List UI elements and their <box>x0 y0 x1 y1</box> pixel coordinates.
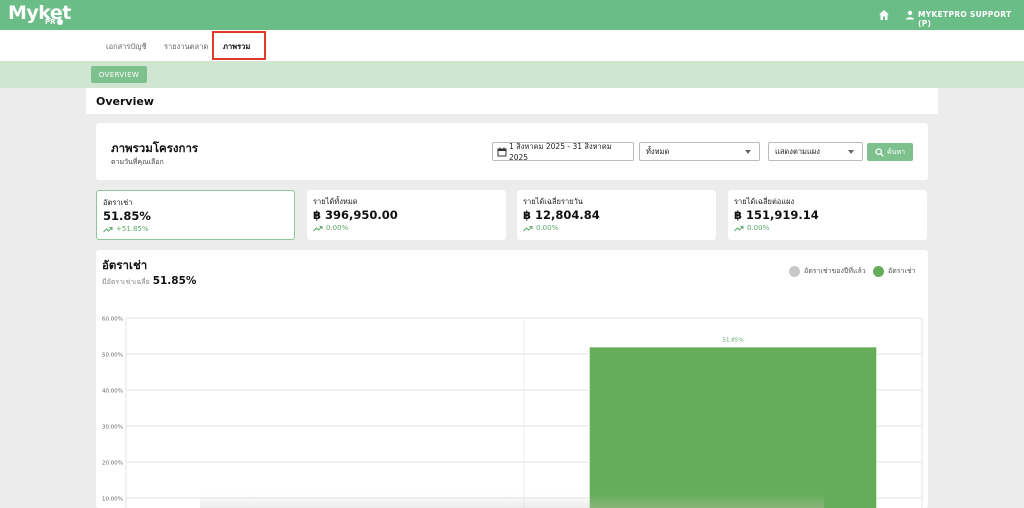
stat-change: 0.00% <box>523 224 558 232</box>
stat-change-value: 0.00% <box>536 224 559 232</box>
stat-change-value: 0.00% <box>326 224 349 232</box>
y-tick-label: 30.00% <box>102 425 123 431</box>
legend-swatch <box>789 266 800 277</box>
stat-change: 0.00% <box>313 224 348 232</box>
stat-card-daily-revenue[interactable]: รายได้เฉลี่ยรายวัน ฿ 12,804.84 0.00% <box>517 190 716 240</box>
chart-card: 60.00% 50.00% 40.00% 30.00% 20.00% 10.00% 51.8… <box>96 250 928 508</box>
bar-data-label: 51.85% <box>723 337 744 343</box>
stat-label: อัตราเช่า <box>103 198 133 207</box>
overview-button[interactable]: OVERVIEW <box>91 66 147 83</box>
stat-change-value: 0.00% <box>747 224 770 232</box>
top-bar: Myket PR MYKETPRO SUPPORT (P) <box>0 0 1024 30</box>
chart-subtitle-value: 51.85% <box>152 275 197 287</box>
y-tick-label: 60.00% <box>102 317 123 323</box>
y-tick-label: 20.00% <box>102 461 123 467</box>
y-tick-label: 40.00% <box>102 389 123 395</box>
filter-subtitle: ตามวันที่คุณเลือก <box>111 158 164 166</box>
chart-subtitle-label: มีอัตราเช่าเฉลี่ย <box>102 278 150 286</box>
user-icon[interactable] <box>905 10 915 20</box>
stat-change: 0.00% <box>734 224 769 232</box>
bar <box>589 347 877 508</box>
bottom-fade <box>200 494 824 508</box>
page-header: Overview <box>86 88 938 114</box>
legend-label: อัตราเช่า <box>888 267 916 275</box>
project-select[interactable]: ทั้งหมด <box>639 142 760 161</box>
occupancy-chart: 60.00% 50.00% 40.00% 30.00% 20.00% 10.00% 51.8… <box>102 317 923 508</box>
brand-pro-badge: PR <box>45 18 63 26</box>
chart-title: อัตราเช่า <box>102 258 148 272</box>
stat-value: ฿ 396,950.00 <box>313 208 398 222</box>
trending-up-icon <box>523 225 533 231</box>
calendar-icon <box>497 147 507 156</box>
stat-value: 51.85% <box>103 209 151 223</box>
page-title: Overview <box>96 95 154 108</box>
legend-label: อัตราเช่าของปีที่แล้ว <box>804 267 866 275</box>
chart-subtitle: มีอัตราเช่าเฉลี่ย 51.85% <box>102 275 196 288</box>
view-select-value: แสดงตามแผง <box>775 146 820 156</box>
stat-value: ฿ 12,804.84 <box>523 208 600 222</box>
view-select[interactable]: แสดงตามแผง <box>768 142 863 161</box>
date-range-picker[interactable]: 1 สิงหาคม 2025 - 31 สิงหาคม 2025 <box>492 142 634 162</box>
legend-swatch <box>873 266 884 277</box>
y-tick-label: 50.00% <box>102 353 123 359</box>
stat-card-total-revenue[interactable]: รายได้ทั้งหมด ฿ 396,950.00 0.00% <box>307 190 506 240</box>
stat-label: รายได้เฉลี่ยต่อแผง <box>734 197 795 206</box>
date-range-value: 1 สิงหาคม 2025 - 31 สิงหาคม 2025 <box>508 142 612 162</box>
trending-up-icon <box>734 225 744 231</box>
search-icon <box>875 147 884 157</box>
legend-item-occupancy[interactable]: อัตราเช่า <box>873 266 916 277</box>
stat-label: รายได้เฉลี่ยรายวัน <box>523 197 583 206</box>
stat-card-occupancy[interactable]: อัตราเช่า 51.85% +51.85% <box>96 190 295 240</box>
stat-value: ฿ 151,919.14 <box>734 208 819 222</box>
chevron-down-icon <box>745 150 751 154</box>
search-button[interactable]: ค้นหา <box>867 143 913 161</box>
search-button-label: ค้นหา <box>886 147 905 156</box>
trending-up-icon <box>103 226 113 232</box>
stat-change-value: +51.85% <box>116 225 149 233</box>
stat-label: รายได้ทั้งหมด <box>313 197 358 206</box>
tab-market-report[interactable]: รายงานตลาด <box>164 41 208 53</box>
sub-nav: OVERVIEW <box>0 61 1024 88</box>
filter-card: ภาพรวมโครงการ ตามวันที่คุณเลือก 1 สิงหาค… <box>96 123 928 180</box>
chevron-down-icon <box>848 150 854 154</box>
home-icon[interactable] <box>878 9 890 21</box>
user-menu[interactable]: MYKETPRO SUPPORT (P) <box>918 10 1024 28</box>
stat-card-avg-per-stall[interactable]: รายได้เฉลี่ยต่อแผง ฿ 151,919.14 0.00% <box>728 190 927 240</box>
tab-bar: เอกสารบัญชี รายงานตลาด ภาพรวม <box>0 30 1024 61</box>
y-tick-label: 10.00% <box>102 497 123 503</box>
brand-dot-icon <box>56 19 63 25</box>
trending-up-icon <box>313 225 323 231</box>
legend-item-prev-year[interactable]: อัตราเช่าของปีที่แล้ว <box>789 266 866 277</box>
brand-pro-label: PR <box>45 18 56 26</box>
stat-change: +51.85% <box>103 225 149 233</box>
filter-title: ภาพรวมโครงการ <box>111 141 199 155</box>
tab-accounting-docs[interactable]: เอกสารบัญชี <box>106 41 147 53</box>
project-select-value: ทั้งหมด <box>646 146 670 156</box>
active-tab-highlight <box>212 31 266 60</box>
